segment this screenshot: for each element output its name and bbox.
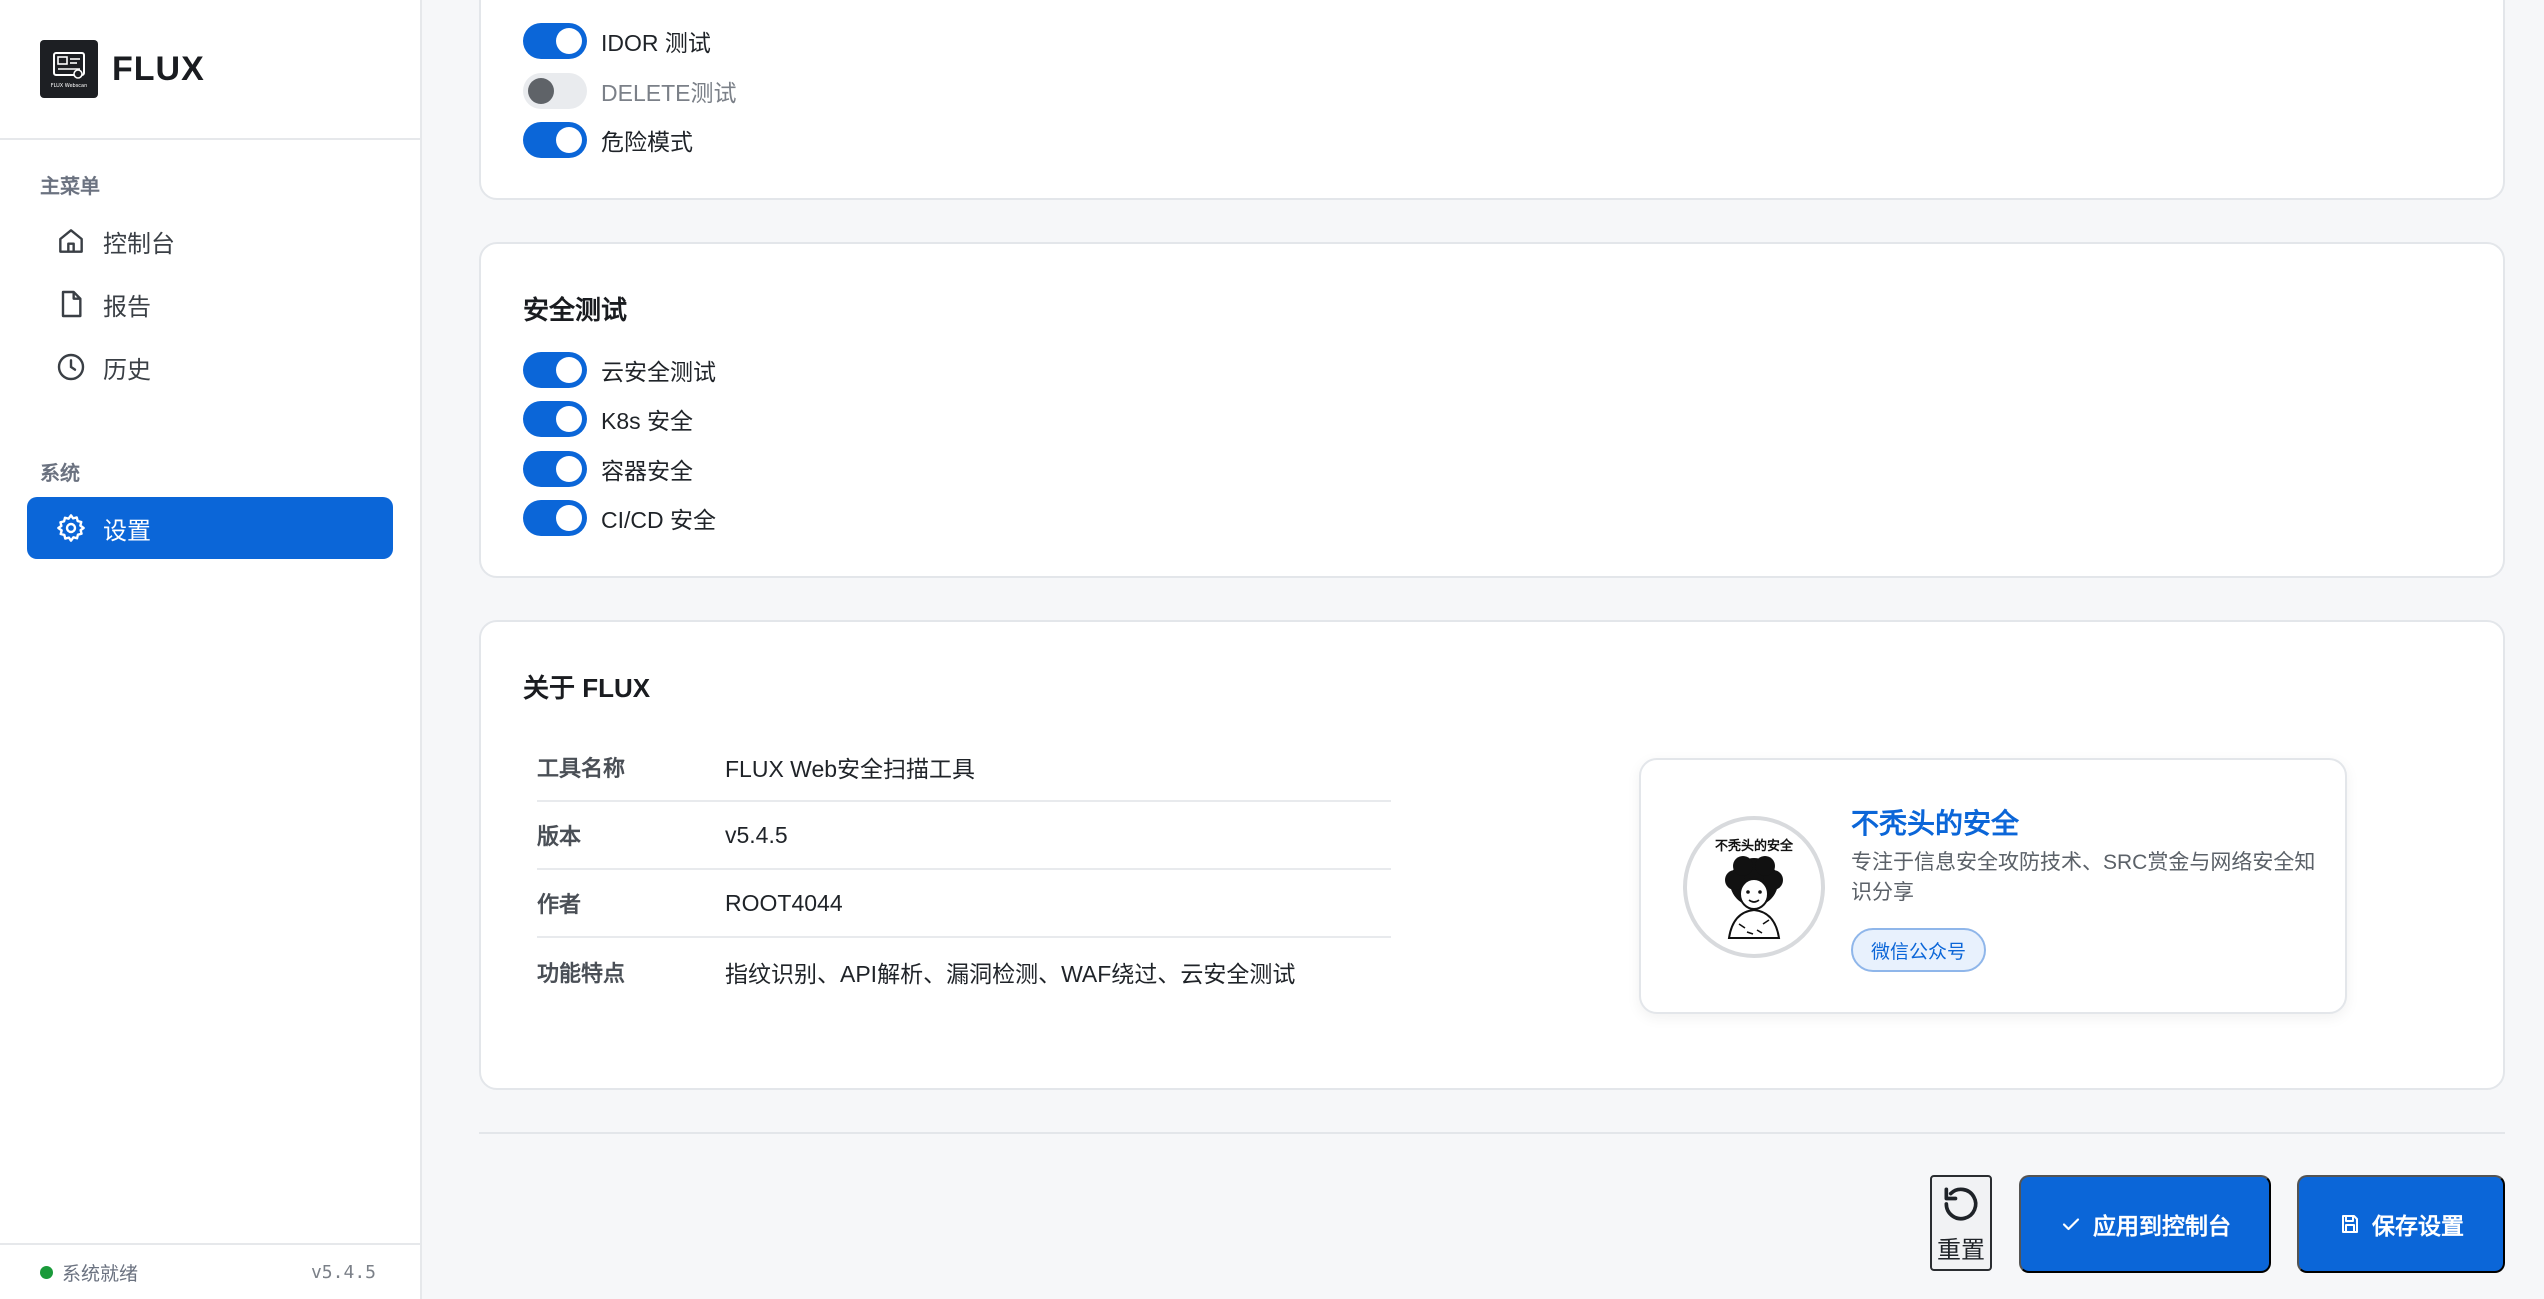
info-value: ROOT4044 [725, 889, 843, 916]
system-title: 系统 [40, 463, 80, 485]
footer-version: v5.4.5 [310, 1261, 376, 1283]
sidebar-item-history[interactable]: 历史 [27, 336, 393, 398]
reset-label: 重置 [1937, 1236, 1985, 1264]
test-options-card: IDOR 测试 DELETE测试 危险模式 [479, 0, 2505, 200]
cartoon-face-icon [1725, 856, 1783, 939]
promo-description: 专注于信息安全攻防技术、SRC赏金与网络安全知识分享 [1851, 851, 2316, 904]
sidebar-footer: 系统就绪 v5.4.5 [0, 1243, 420, 1299]
sidebar: FLUX Webscan FLUX 主菜单 控制台 报告 历史 系统 设置 系统… [0, 0, 422, 1299]
info-row-author: 作者 ROOT4044 [537, 870, 1391, 938]
toggle-switch[interactable] [523, 352, 587, 388]
info-table: 工具名称 FLUX Web安全扫描工具 版本 v5.4.5 作者 ROOT404… [537, 734, 1391, 1006]
toggle-label: K8s 安全 [601, 408, 694, 434]
info-row-version: 版本 v5.4.5 [537, 802, 1391, 870]
sidebar-item-label: 设置 [103, 517, 151, 545]
about-card: 关于 FLUX 工具名称 FLUX Web安全扫描工具 版本 v5.4.5 作者… [479, 620, 2505, 1090]
sidebar-item-settings[interactable]: 设置 [27, 497, 393, 559]
sidebar-item-label: 历史 [103, 356, 151, 384]
check-icon [2062, 1218, 2080, 1231]
card-title: 安全测试 [523, 295, 628, 325]
wechat-promo-card[interactable]: 不秃头的安全 不秃头的安全 专注于信息安全攻防技术、SRC赏金与网络安全知识分享 [1639, 758, 2347, 1014]
toggle-label: 云安全测试 [601, 359, 716, 385]
brand[interactable]: FLUX Webscan FLUX [0, 0, 420, 140]
reset-icon [1944, 1187, 1978, 1220]
avatar: 不秃头的安全 [1683, 816, 1825, 958]
toggle-row-idor[interactable]: IDOR 测试 [523, 23, 711, 59]
card-title: 关于 FLUX [523, 673, 651, 703]
promo-title: 不秃头的安全 [1851, 808, 2020, 839]
status-dot-icon [40, 1265, 53, 1279]
info-label: 作者 [537, 892, 582, 917]
toggle-switch[interactable] [523, 451, 587, 487]
toggle-row-k8s-security[interactable]: K8s 安全 [523, 401, 693, 437]
save-settings-button[interactable]: 保存设置 [2297, 1175, 2505, 1273]
toggle-switch[interactable] [523, 401, 587, 437]
toggle-label: 危险模式 [601, 129, 693, 155]
logo-caption: FLUX Webscan [51, 83, 88, 89]
toggle-switch[interactable] [523, 122, 587, 158]
info-label: 功能特点 [537, 961, 626, 986]
info-row-features: 功能特点 指纹识别、API解析、漏洞检测、WAF绕过、云安全测试 [537, 938, 1391, 1006]
document-icon [61, 290, 82, 318]
sidebar-item-dashboard[interactable]: 控制台 [27, 210, 393, 272]
wechat-tag[interactable]: 微信公众号 [1851, 928, 1987, 972]
toggle-row-cloud-security[interactable]: 云安全测试 [523, 352, 716, 388]
sidebar-item-label: 报告 [103, 293, 151, 321]
flux-logo-icon: FLUX Webscan [40, 40, 98, 98]
status-text: 系统就绪 [62, 1263, 139, 1285]
toggle-switch[interactable] [523, 73, 587, 109]
home-icon [59, 229, 83, 253]
toggle-row-danger-mode[interactable]: 危险模式 [523, 122, 693, 158]
save-label: 保存设置 [2372, 1213, 2464, 1239]
main-menu-title: 主菜单 [40, 176, 100, 198]
info-value: 指纹识别、API解析、漏洞检测、WAF绕过、云安全测试 [725, 961, 1296, 987]
sidebar-item-reports[interactable]: 报告 [27, 273, 393, 335]
toggle-switch[interactable] [523, 500, 587, 536]
toggle-label: CI/CD 安全 [601, 507, 716, 533]
save-icon [2342, 1215, 2358, 1233]
clock-icon [57, 353, 85, 381]
info-label: 版本 [537, 824, 582, 849]
system-status: 系统就绪 [40, 1259, 138, 1286]
toggle-label: DELETE测试 [601, 80, 737, 106]
toggle-row-cicd-security[interactable]: CI/CD 安全 [523, 500, 716, 536]
info-value: v5.4.5 [725, 821, 788, 848]
gear-icon [57, 514, 85, 542]
avatar-caption: 不秃头的安全 [1715, 838, 1794, 854]
toggle-row-container-security[interactable]: 容器安全 [523, 451, 693, 487]
apply-to-dashboard-button[interactable]: 应用到控制台 [2019, 1175, 2271, 1273]
info-row-tool-name: 工具名称 FLUX Web安全扫描工具 [537, 734, 1391, 802]
info-label: 工具名称 [537, 756, 626, 781]
toggle-switch[interactable] [523, 23, 587, 59]
divider [479, 1132, 2505, 1134]
brand-name: FLUX [112, 49, 205, 88]
toggle-row-delete[interactable]: DELETE测试 [523, 73, 736, 109]
sidebar-item-label: 控制台 [103, 230, 175, 258]
security-test-card: 安全测试 云安全测试 K8s 安全 容器安全 CI/CD 安全 [479, 242, 2505, 578]
info-value: FLUX Web安全扫描工具 [725, 756, 976, 782]
toggle-label: IDOR 测试 [601, 30, 711, 56]
apply-label: 应用到控制台 [2093, 1213, 2231, 1239]
reset-button[interactable]: 重置 [1930, 1175, 1992, 1271]
toggle-label: 容器安全 [601, 458, 693, 484]
